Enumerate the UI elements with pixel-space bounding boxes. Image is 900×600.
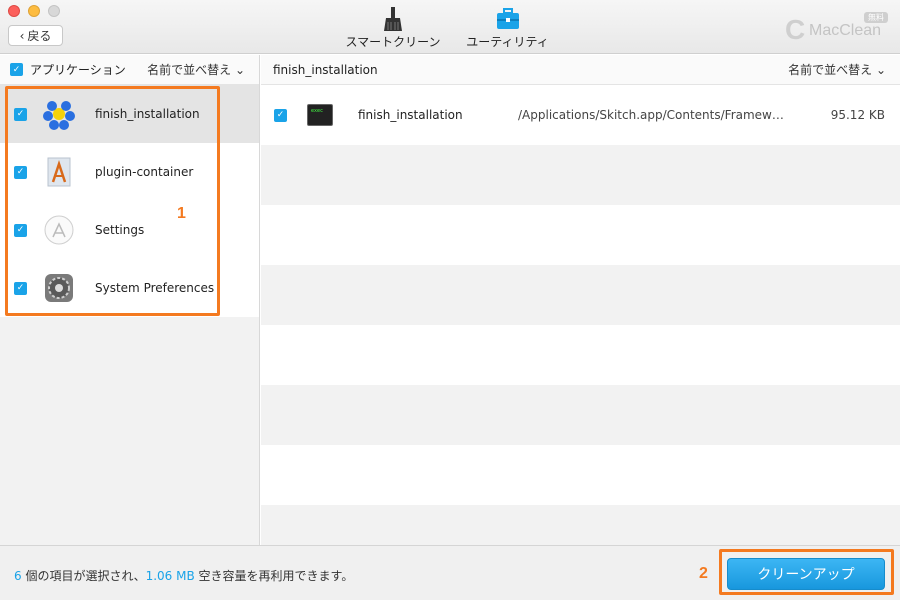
terminal-icon-text: exec [311,108,324,114]
file-list-header: finish_installation 名前で並べ替え ⌄ [261,55,900,85]
list-row-background [261,145,900,205]
list-row-background [261,205,900,265]
status-text-part: 空き容量を再利用できます。 [194,569,354,583]
back-button[interactable]: ‹ 戻る [8,25,63,46]
annotation-box-2 [719,549,894,595]
terminal-icon: exec [307,104,333,126]
status-text-part: 個の項目が選択され、 [21,569,146,583]
brand-logo: C MacClean 無料 [785,12,890,45]
file-name: finish_installation [358,108,463,122]
brand-name: MacClean [809,22,882,39]
sort-dropdown[interactable]: 名前で並べ替え ⌄ [147,61,245,78]
list-row-background [261,505,900,545]
selected-count: 6 [14,569,22,583]
chevron-left-icon: ‹ [19,28,25,43]
application-list-header: ✓ アプリケーション 名前で並べ替え ⌄ [0,55,259,85]
file-size: 95.12 KB [830,108,885,122]
application-list-empty-area [0,317,259,545]
file-list-title: finish_installation [273,62,378,77]
file-checkbox[interactable]: ✓ [274,108,287,122]
back-button-label: 戻る [27,29,52,43]
annotation-number-1: 1 [177,205,186,222]
list-row-background [261,265,900,325]
select-all-checkbox[interactable]: ✓ [10,63,23,76]
free-badge: 無料 [864,12,888,23]
window-minimize-button[interactable] [28,5,40,17]
window-zoom-button[interactable] [48,5,60,17]
window-close-button[interactable] [8,5,20,17]
file-path: /Applications/Skitch.app/Contents/Framew… [518,108,788,122]
brand-letter: C [785,14,806,45]
application-list-title: アプリケーション [30,63,126,77]
list-row-background [261,445,900,505]
chevron-down-icon: ⌄ [234,63,245,77]
toolbox-icon [460,5,555,33]
tab-smart-clean-label: スマートクリーン [345,35,441,49]
title-bar: ‹ 戻る スマートクリーン ユーティリティ C MacClean 無料 [0,0,900,54]
broom-icon [343,5,443,33]
list-row-background [261,325,900,385]
status-text: 6 個の項目が選択され、1.06 MB 空き容量を再利用できます。 [14,567,353,584]
sort-dropdown-label: 名前で並べ替え [147,63,232,77]
chevron-down-icon: ⌄ [875,63,886,77]
tab-utility[interactable]: ユーティリティ [460,5,555,50]
sort-dropdown[interactable]: 名前で並べ替え ⌄ [788,61,886,78]
tab-smart-clean[interactable]: スマートクリーン [343,5,443,50]
file-row[interactable]: ✓ exec finish_installation /Applications… [261,85,900,145]
reclaimable-amount: 1.06 MB [145,569,195,583]
annotation-number-2: 2 [699,565,708,582]
list-row-background [261,385,900,445]
file-list-panel: finish_installation 名前で並べ替え ⌄ ✓ exec fin… [261,55,900,545]
tab-utility-label: ユーティリティ [466,35,549,49]
annotation-box-1 [5,86,220,316]
sort-dropdown-label: 名前で並べ替え [788,63,873,77]
